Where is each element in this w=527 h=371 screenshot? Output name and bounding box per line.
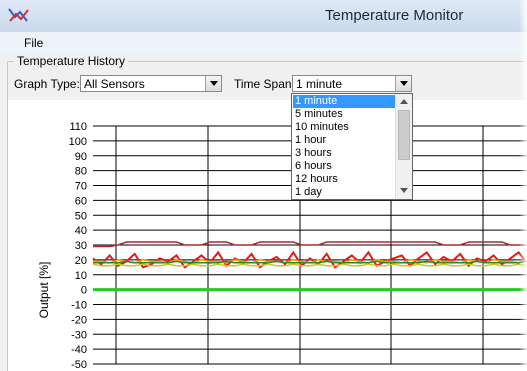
chart-app-icon <box>8 8 29 22</box>
group-label: Temperature History <box>14 54 129 68</box>
y-tick-label: 70 <box>75 181 87 193</box>
title-bar[interactable]: Temperature Monitor <box>0 0 527 32</box>
dropdown-option[interactable]: 1 day <box>293 186 398 199</box>
dropdown-scrollbar[interactable] <box>395 94 412 199</box>
dropdown-option[interactable]: 10 minutes <box>293 121 398 134</box>
y-tick-label: 40 <box>75 225 87 237</box>
time-span-label: Time Span: <box>234 77 295 91</box>
y-tick-label: 20 <box>75 255 87 267</box>
y-tick-label: 110 <box>69 121 87 133</box>
y-tick-label: 30 <box>75 240 87 252</box>
window-title: Temperature Monitor <box>325 7 464 24</box>
y-tick-label: -50 <box>71 359 87 371</box>
series-line <box>93 241 527 248</box>
y-tick-label: -20 <box>71 314 87 326</box>
y-tick-label: 100 <box>69 136 87 148</box>
y-tick-label: -10 <box>71 300 87 312</box>
menu-bar: File <box>0 32 527 54</box>
series-line <box>92 263 527 267</box>
graph-type-dropdown-button[interactable] <box>205 76 221 91</box>
y-tick-label: -40 <box>71 344 87 356</box>
chevron-down-icon <box>400 81 408 86</box>
chart-area: 110 100 90 80 70 60 50 40 30 20 10 0 -10 -20 -30 -40 -50… <box>8 100 527 371</box>
y-tick-label: 50 <box>75 210 87 222</box>
time-span-combo[interactable]: 1 minute <box>292 75 412 92</box>
dropdown-option[interactable]: 3 hours <box>293 147 398 160</box>
graph-type-label: Graph Type: <box>14 77 80 91</box>
graph-type-value: All Sensors <box>84 77 145 91</box>
y-tick-label: -30 <box>71 329 87 341</box>
dropdown-option[interactable]: 5 minutes <box>293 108 398 121</box>
main-window: Temperature Monitor File Temperature His… <box>0 0 527 371</box>
scroll-up-icon[interactable] <box>400 99 408 104</box>
dropdown-option[interactable]: 1 minute <box>292 94 399 109</box>
y-axis-label: Output [%] <box>37 262 51 319</box>
time-span-dropdown-list[interactable]: 1 minute 5 minutes 10 minutes 1 hour 3 hours… <box>291 93 413 200</box>
dropdown-option[interactable]: 12 hours <box>293 173 398 186</box>
y-tick-label: 80 <box>75 166 87 178</box>
y-tick-label: 60 <box>75 195 87 207</box>
dropdown-option[interactable]: 6 hours <box>293 160 398 173</box>
scroll-thumb[interactable] <box>398 110 410 160</box>
scroll-down-icon[interactable] <box>400 188 408 193</box>
time-span-dropdown-button[interactable] <box>395 76 411 91</box>
time-span-value: 1 minute <box>296 77 343 91</box>
chevron-down-icon <box>210 81 218 86</box>
dropdown-option[interactable]: 1 hour <box>293 134 398 147</box>
temperature-chart: 1101009080706050403020100-10-20-30-40-50… <box>37 121 527 371</box>
y-tick-label: 10 <box>75 270 87 282</box>
edge-fade <box>519 0 527 371</box>
y-tick-label: 0 <box>81 285 87 297</box>
menu-file[interactable]: File <box>24 36 43 50</box>
y-tick-label: 90 <box>75 151 87 163</box>
graph-type-combo[interactable]: All Sensors <box>80 75 222 92</box>
